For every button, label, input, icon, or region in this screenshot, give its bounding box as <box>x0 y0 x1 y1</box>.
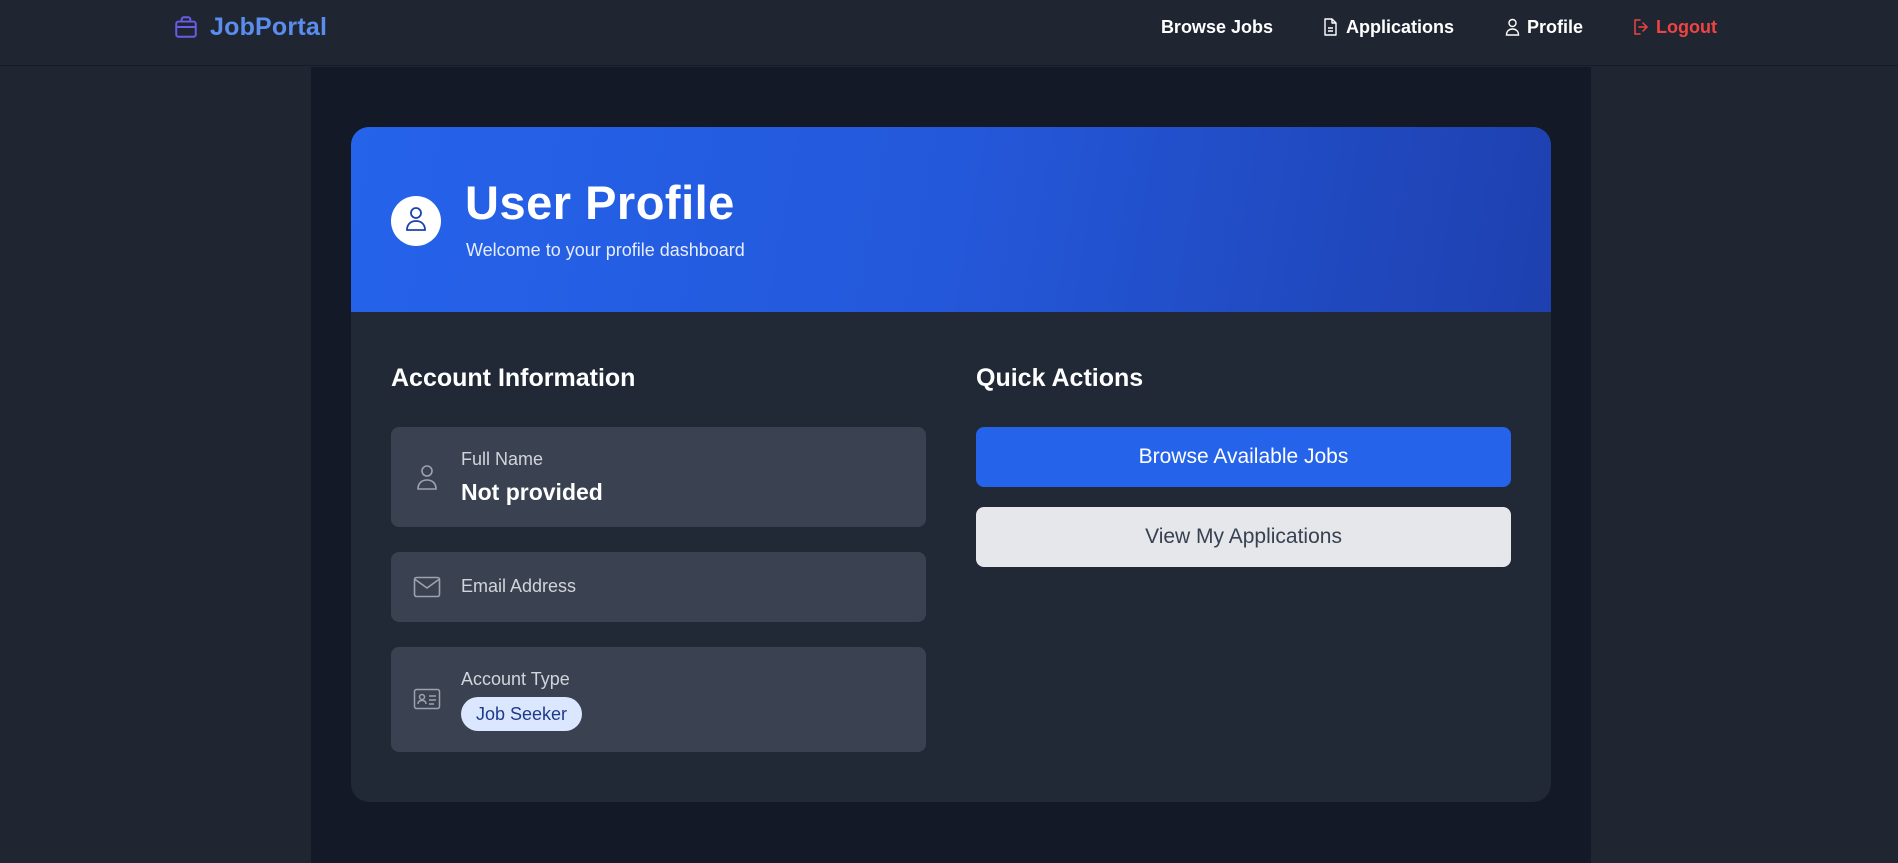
nav-profile[interactable]: Profile <box>1504 17 1583 38</box>
logout-icon <box>1633 18 1649 36</box>
briefcase-icon <box>172 13 200 41</box>
email-box: Email Address <box>391 552 926 622</box>
browse-available-jobs-button[interactable]: Browse Available Jobs <box>976 427 1511 487</box>
account-type-badge: Job Seeker <box>461 697 583 731</box>
user-icon <box>1504 18 1520 36</box>
user-icon <box>413 463 441 491</box>
main-content: User Profile Welcome to your profile das… <box>311 67 1591 863</box>
email-label: Email Address <box>461 576 577 596</box>
account-info-heading: Account Information <box>391 364 636 392</box>
user-icon <box>404 205 428 238</box>
full-name-label: Full Name <box>461 449 544 469</box>
page-title: User Profile <box>465 176 735 229</box>
nav-applications[interactable]: Applications <box>1323 17 1454 38</box>
profile-card: User Profile Welcome to your profile das… <box>351 127 1551 802</box>
account-type-label: Account Type <box>461 669 570 689</box>
full-name-value: Not provided <box>461 479 603 505</box>
document-icon <box>1323 18 1339 36</box>
full-name-box: Full Name Not provided <box>391 427 926 527</box>
top-navbar: JobPortal Browse Jobs Applications Profi… <box>0 0 1898 66</box>
nav-profile-label: Profile <box>1527 16 1584 37</box>
nav-applications-label: Applications <box>1345 16 1454 37</box>
id-card-icon <box>413 685 441 713</box>
page-subtitle: Welcome to your profile dashboard <box>466 240 745 260</box>
nav-logout-label: Logout <box>1656 16 1717 37</box>
view-my-applications-button[interactable]: View My Applications <box>976 507 1511 567</box>
nav-links: Browse Jobs Applications Profile Logout <box>1161 13 1717 41</box>
brand-name: JobPortal <box>210 12 328 41</box>
mail-icon <box>413 573 441 601</box>
brand-logo[interactable]: JobPortal <box>172 12 327 42</box>
account-type-box: Account Type Job Seeker <box>391 647 926 752</box>
nav-browse-jobs[interactable]: Browse Jobs <box>1161 17 1273 38</box>
quick-actions-heading: Quick Actions <box>976 364 1144 392</box>
nav-logout[interactable]: Logout <box>1633 17 1717 38</box>
nav-browse-jobs-label: Browse Jobs <box>1160 16 1273 37</box>
profile-header: User Profile Welcome to your profile das… <box>351 127 1551 312</box>
avatar <box>391 196 441 246</box>
